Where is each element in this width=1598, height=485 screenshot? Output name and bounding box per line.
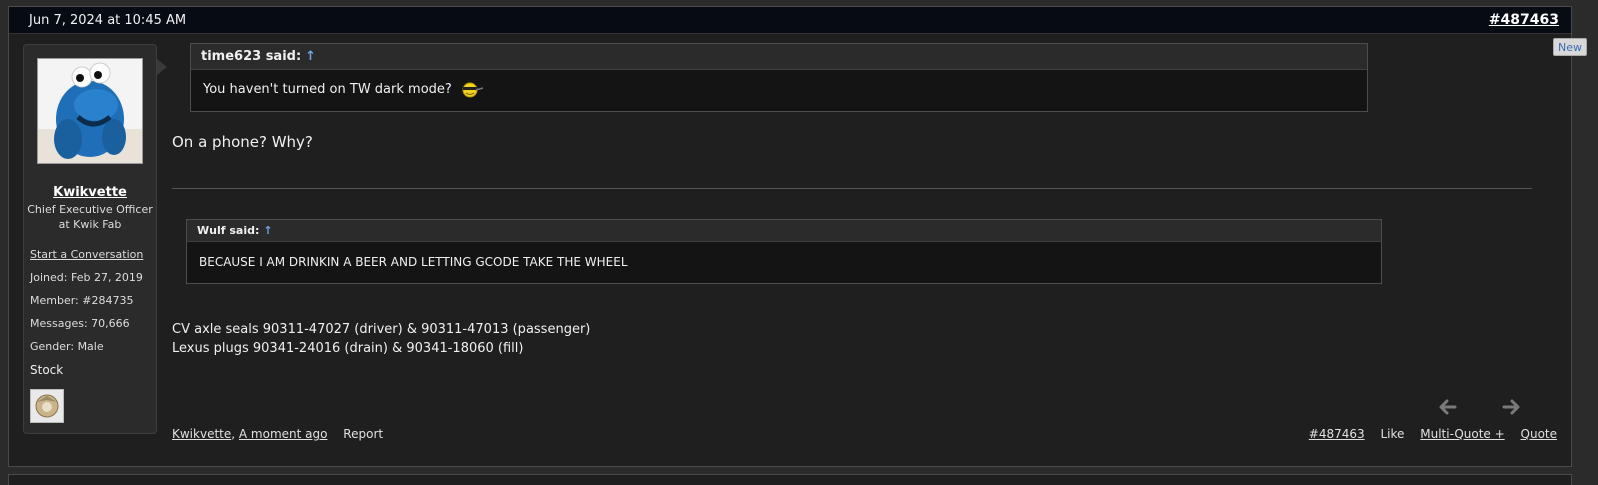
quote-block-2: Wulf said: ↑ BECAUSE I AM DRINKIN A BEER … xyxy=(186,219,1382,284)
post-permalink[interactable]: #487463 xyxy=(1489,12,1559,28)
quote-1-header: time623 said: ↑ xyxy=(191,44,1367,70)
cookie-monster-avatar-icon xyxy=(38,59,142,163)
start-conversation-link[interactable]: Start a Conversation xyxy=(30,248,143,261)
quote-2-text: BECAUSE I AM DRINKIN A BEER AND LETTING … xyxy=(199,255,628,269)
signature: CV axle seals 90311-47027 (driver) & 903… xyxy=(172,320,590,358)
post-container: Jun 7, 2024 at 10:45 AM #487463 Kwikvett… xyxy=(8,6,1572,467)
user-title-line2: at Kwik Fab xyxy=(58,218,122,231)
joined-label: Joined: xyxy=(30,271,68,284)
user-title: Chief Executive Officer at Kwik Fab xyxy=(24,202,156,232)
member-value: #284735 xyxy=(82,294,134,307)
quote-2-author[interactable]: Wulf said: xyxy=(197,224,259,237)
footer-comma: , xyxy=(231,427,239,441)
quote-1-author[interactable]: time623 said: xyxy=(201,49,301,64)
member-label: Member: xyxy=(30,294,79,307)
next-post-edge xyxy=(8,474,1572,485)
next-arrow-icon[interactable] xyxy=(1502,397,1522,417)
stock-label: Stock xyxy=(30,363,64,377)
quote-1-body: You haven't turned on TW dark mode? xyxy=(191,70,1367,110)
quote-block-1: time623 said: ↑ You haven't turned on TW … xyxy=(190,43,1368,112)
signature-line-1: CV axle seals 90311-47027 (driver) & 903… xyxy=(172,322,591,337)
post-footer-left: Kwikvette, A moment ago Report xyxy=(172,427,383,441)
gender-value: Male xyxy=(77,340,104,353)
quote-2-body: BECAUSE I AM DRINKIN A BEER AND LETTING … xyxy=(187,242,1381,282)
signature-line-2: Lexus plugs 90341-24016 (drain) & 90341-… xyxy=(172,341,524,356)
post-footer-right: #487463 Like Multi-Quote + Quote xyxy=(1309,427,1557,441)
messages-row: Messages: 70,666 xyxy=(30,317,130,330)
content-divider xyxy=(172,188,1532,189)
sunglasses-smiley-icon xyxy=(462,82,484,97)
user-info-card: Kwikvette Chief Executive Officer at Kwi… xyxy=(23,44,157,434)
joined-row: Joined: Feb 27, 2019 xyxy=(30,271,143,284)
like-button[interactable]: Like xyxy=(1380,427,1404,441)
gender-label: Gender: xyxy=(30,340,75,353)
multi-quote-button[interactable]: Multi-Quote + xyxy=(1420,427,1504,441)
emblem-icon xyxy=(35,394,59,418)
username-link[interactable]: Kwikvette xyxy=(24,185,156,200)
quote-button[interactable]: Quote xyxy=(1521,427,1557,441)
messages-label: Messages: xyxy=(30,317,88,330)
report-link[interactable]: Report xyxy=(343,427,383,441)
post-date: Jun 7, 2024 at 10:45 AM xyxy=(29,13,187,28)
joined-value: Feb 27, 2019 xyxy=(70,271,143,284)
user-badge-image[interactable] xyxy=(30,389,64,423)
goto-quote-icon[interactable]: ↑ xyxy=(305,49,316,64)
user-card-pointer xyxy=(157,59,167,75)
footer-post-number-link[interactable]: #487463 xyxy=(1309,427,1365,441)
user-title-line1: Chief Executive Officer xyxy=(27,203,153,216)
reply-text-1: On a phone? Why? xyxy=(172,133,313,151)
quote-2-header: Wulf said: ↑ xyxy=(187,220,1381,242)
gender-row: Gender: Male xyxy=(30,340,104,353)
member-row: Member: #284735 xyxy=(30,294,133,307)
post-header: Jun 7, 2024 at 10:45 AM #487463 xyxy=(9,7,1571,34)
goto-quote-icon[interactable]: ↑ xyxy=(263,224,272,237)
footer-time-link[interactable]: A moment ago xyxy=(239,427,328,441)
messages-value: 70,666 xyxy=(91,317,130,330)
quote-1-text: You haven't turned on TW dark mode? xyxy=(203,82,452,97)
avatar[interactable] xyxy=(37,58,143,164)
footer-author-link[interactable]: Kwikvette xyxy=(172,427,231,441)
new-badge[interactable]: New xyxy=(1553,38,1587,56)
previous-arrow-icon[interactable] xyxy=(1437,397,1457,417)
